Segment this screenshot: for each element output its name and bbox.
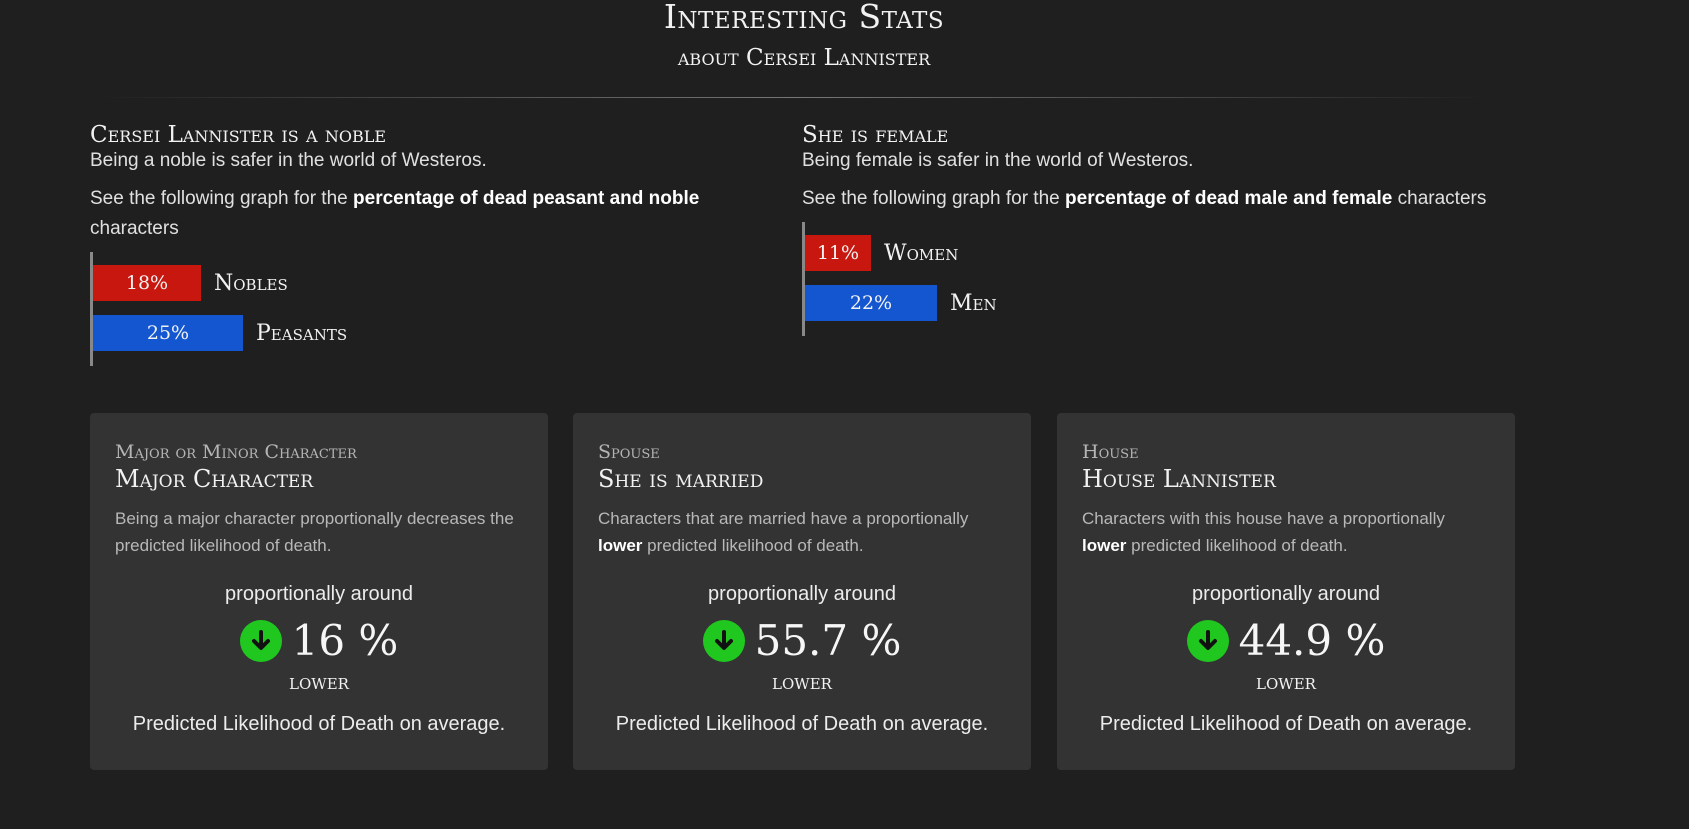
card-major-character: Major or Minor Character Major Character… bbox=[90, 413, 548, 770]
card-footer: Predicted Likelihood of Death on average… bbox=[1099, 713, 1473, 735]
card-value-row: 16 % bbox=[115, 618, 523, 664]
card-desc-suffix: predicted likelihood of death. bbox=[642, 536, 864, 555]
arrow-down-circle-icon bbox=[702, 620, 745, 662]
card-around-text: proportionally around bbox=[225, 583, 413, 605]
bar-women: 11% bbox=[805, 235, 871, 271]
bar-row-women: 11% Women bbox=[805, 235, 958, 271]
stat-summary: Being female is safer in the world of We… bbox=[802, 150, 1194, 171]
card-value: 55.7 % bbox=[754, 616, 902, 665]
gender-bar-chart: 11% Women 22% Men bbox=[802, 222, 1492, 336]
card-description: Characters that are married have a propo… bbox=[598, 505, 1006, 559]
card-desc-prefix: Characters that are married have a propo… bbox=[598, 509, 969, 528]
card-around-text: proportionally around bbox=[708, 583, 896, 605]
card-direction: lower bbox=[289, 670, 349, 695]
bar-row-peasants: 25% Peasants bbox=[93, 315, 347, 351]
bar-nobles: 18% bbox=[93, 265, 201, 301]
card-category: House bbox=[1082, 441, 1139, 463]
card-value: 16 % bbox=[291, 616, 399, 665]
stat-desc-prefix: See the following graph for the bbox=[802, 188, 1066, 209]
card-house: House House Lannister Characters with th… bbox=[1057, 413, 1515, 770]
card-direction: lower bbox=[772, 670, 832, 695]
card-category: Spouse bbox=[598, 441, 660, 463]
bar-label-men: Men bbox=[950, 290, 997, 316]
stat-desc-suffix: characters bbox=[1392, 188, 1487, 209]
page-subtitle: about Cersei Lannister bbox=[677, 45, 931, 71]
card-title: Major Character bbox=[115, 465, 314, 493]
stat-heading: She is female bbox=[802, 122, 949, 148]
noble-bar-chart: 18% Nobles 25% Peasants bbox=[90, 252, 780, 366]
stat-desc-bold: percentage of dead male and female bbox=[1065, 188, 1393, 209]
card-desc-suffix: predicted likelihood of death. bbox=[1126, 536, 1348, 555]
card-desc-bold: lower bbox=[1082, 536, 1127, 555]
bar-label-peasants: Peasants bbox=[256, 320, 348, 346]
stat-description: See the following graph for the percenta… bbox=[802, 184, 1492, 214]
bar-men: 22% bbox=[805, 285, 937, 321]
card-title: She is married bbox=[598, 465, 764, 493]
arrow-down-circle-icon bbox=[239, 620, 282, 662]
card-value-row: 55.7 % bbox=[598, 618, 1006, 664]
stat-description: See the following graph for the percenta… bbox=[90, 184, 780, 244]
card-direction: lower bbox=[1256, 670, 1316, 695]
bar-label-nobles: Nobles bbox=[214, 270, 288, 296]
card-footer: Predicted Likelihood of Death on average… bbox=[615, 713, 989, 735]
bar-label-women: Women bbox=[884, 240, 959, 266]
page-title: Interesting Stats bbox=[663, 0, 945, 36]
card-footer: Predicted Likelihood of Death on average… bbox=[132, 713, 506, 735]
bar-row-men: 22% Men bbox=[805, 285, 997, 321]
card-description: Characters with this house have a propor… bbox=[1082, 505, 1490, 559]
page-header: Interesting Stats about Cersei Lannister bbox=[0, 0, 1608, 71]
card-value-row: 44.9 % bbox=[1082, 618, 1490, 664]
stat-desc-bold: percentage of dead peasant and noble bbox=[353, 188, 700, 209]
stat-gender: She is female Being female is safer in t… bbox=[802, 122, 1492, 336]
stat-summary: Being a noble is safer in the world of W… bbox=[90, 150, 487, 171]
arrow-down-circle-icon bbox=[1186, 620, 1229, 662]
stat-heading: Cersei Lannister is a noble bbox=[90, 122, 387, 148]
card-value: 44.9 % bbox=[1238, 616, 1386, 665]
card-title: House Lannister bbox=[1082, 465, 1276, 493]
card-category: Major or Minor Character bbox=[115, 441, 357, 463]
header-divider bbox=[98, 97, 1490, 98]
card-spouse: Spouse She is married Characters that ar… bbox=[573, 413, 1031, 770]
bar-row-nobles: 18% Nobles bbox=[93, 265, 288, 301]
stat-noble: Cersei Lannister is a noble Being a nobl… bbox=[90, 122, 780, 366]
card-around-text: proportionally around bbox=[1192, 583, 1380, 605]
stat-desc-suffix: characters bbox=[90, 218, 179, 239]
card-desc-bold: lower bbox=[598, 536, 643, 555]
bar-peasants: 25% bbox=[93, 315, 243, 351]
stat-desc-prefix: See the following graph for the bbox=[90, 188, 354, 209]
card-desc-prefix: Characters with this house have a propor… bbox=[1082, 509, 1445, 528]
card-desc-plain: Being a major character proportionally d… bbox=[115, 509, 514, 555]
card-description: Being a major character proportionally d… bbox=[115, 505, 523, 559]
